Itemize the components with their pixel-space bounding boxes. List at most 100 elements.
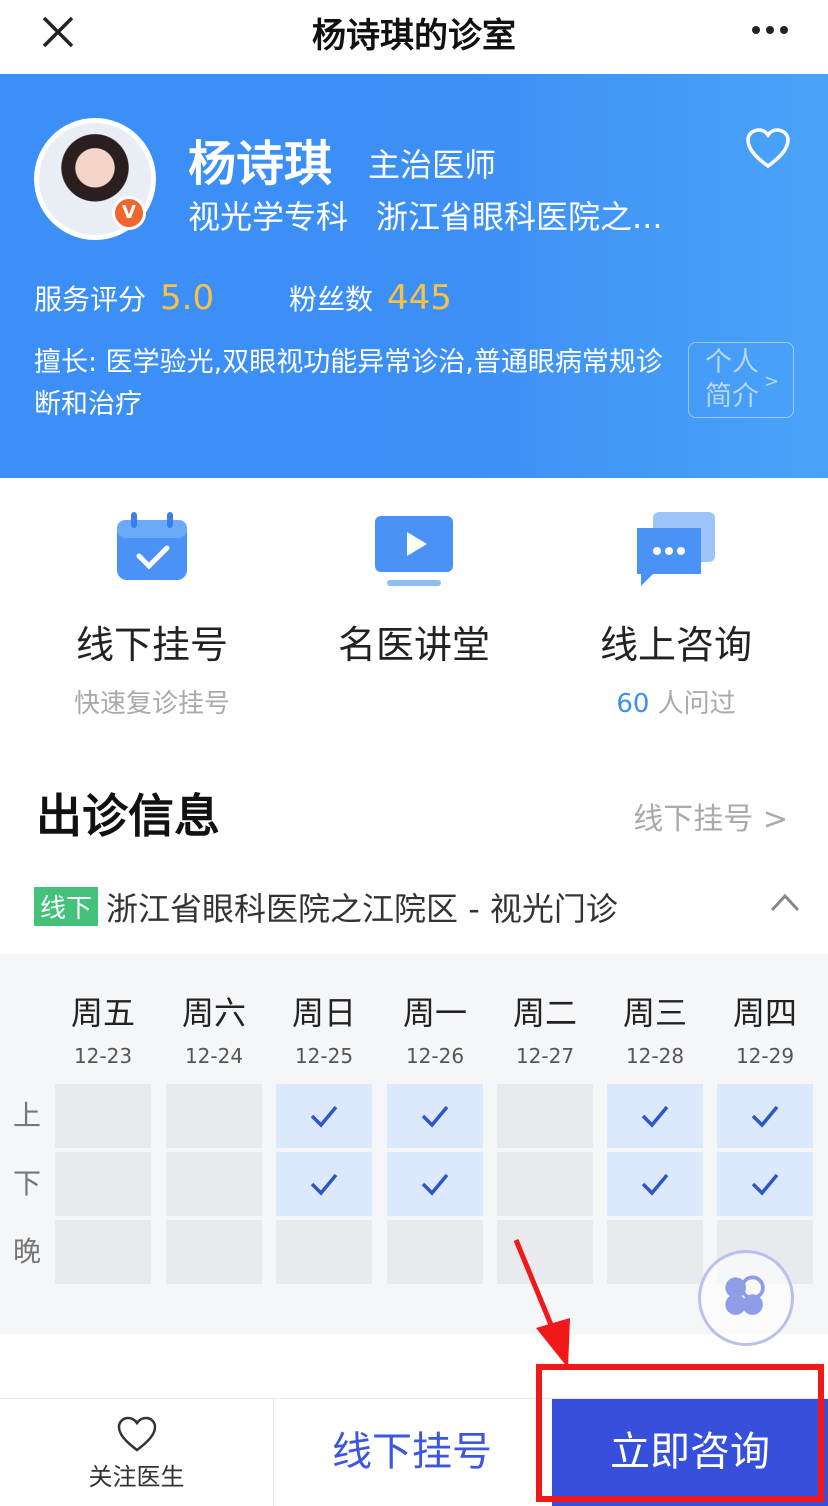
schedule-slot-empty bbox=[55, 1084, 151, 1148]
row-label-afternoon: 下 bbox=[12, 1167, 41, 1200]
weekday: 周六 bbox=[181, 994, 246, 1032]
schedule-slot-available[interactable] bbox=[607, 1084, 703, 1148]
schedule-slot-empty bbox=[497, 1152, 593, 1216]
date: 12-24 bbox=[184, 1044, 244, 1068]
check-icon bbox=[641, 1173, 669, 1196]
doctor-profile-header: V 杨诗琪 主治医师 视光学专科 浙江省眼科医院之... 服务评分 5.0 粉丝数 4… bbox=[0, 74, 828, 478]
more-options-icon[interactable] bbox=[750, 18, 790, 42]
annotation-highlight-box bbox=[536, 1364, 824, 1502]
schedule-slot-available[interactable] bbox=[607, 1152, 703, 1216]
row-label-morning: 上 bbox=[12, 1099, 41, 1132]
chevron-right-icon: > bbox=[762, 802, 788, 837]
consult-count-text: 人问过 bbox=[649, 689, 736, 719]
fans-label: 粉丝数 bbox=[289, 283, 374, 316]
follow-doctor-button[interactable]: 关注医生 bbox=[0, 1399, 274, 1506]
bio-line-1: 个人 bbox=[705, 347, 759, 378]
weekday: 周一 bbox=[402, 994, 467, 1032]
doctor-title: 主治医师 bbox=[368, 146, 497, 184]
schedule-slot-empty bbox=[166, 1152, 262, 1216]
calendar-check-icon bbox=[117, 512, 187, 580]
video-play-icon bbox=[375, 516, 453, 586]
schedule-slot-available[interactable] bbox=[717, 1152, 813, 1216]
shortcut-online-consult[interactable]: 线上咨询 60 人问过 bbox=[556, 506, 796, 720]
book-offline-button[interactable]: 线下挂号 bbox=[274, 1399, 550, 1506]
shortcut-lectures[interactable]: 名医讲堂 bbox=[294, 506, 534, 669]
check-icon bbox=[310, 1105, 338, 1128]
day-header: 周五 12-23 bbox=[53, 988, 153, 1068]
shortcut-label: 名医讲堂 bbox=[337, 623, 490, 667]
consult-count: 60 人问过 bbox=[556, 683, 796, 720]
check-icon bbox=[310, 1173, 338, 1196]
weekday: 周四 bbox=[732, 994, 797, 1032]
location-text: 浙江省眼科医院之江院区 - 视光门诊 bbox=[106, 890, 618, 928]
rating-value: 5.0 bbox=[160, 278, 215, 318]
offline-tag: 线下 bbox=[34, 887, 99, 926]
schedule-slot-empty bbox=[55, 1220, 151, 1284]
weekday: 周二 bbox=[512, 994, 577, 1032]
date: 12-27 bbox=[515, 1044, 575, 1068]
chevron-right-icon: > bbox=[763, 371, 779, 392]
check-icon bbox=[751, 1105, 779, 1128]
consult-count-number: 60 bbox=[616, 689, 650, 719]
chat-bubble-icon bbox=[637, 512, 715, 586]
row-label-evening: 晚 bbox=[12, 1235, 41, 1268]
profile-intro-button[interactable]: 个人 简介 > bbox=[688, 342, 794, 418]
shortcut-sub: 快速复诊挂号 bbox=[73, 689, 230, 719]
date: 12-23 bbox=[73, 1044, 133, 1068]
top-nav-bar: 杨诗琪的诊室 bbox=[0, 0, 828, 74]
weekday: 周五 bbox=[70, 994, 135, 1032]
weekday: 周日 bbox=[291, 994, 356, 1032]
date: 12-28 bbox=[625, 1044, 685, 1068]
day-header: 周一 12-26 bbox=[385, 988, 485, 1068]
schedule-title: 出诊信息 bbox=[36, 789, 220, 843]
doctor-stats: 服务评分 5.0 粉丝数 445 bbox=[34, 278, 452, 318]
department-line: 视光学专科 浙江省眼科医院之... bbox=[188, 192, 663, 238]
schedule-slot-empty bbox=[607, 1220, 703, 1284]
schedule-slot-available[interactable] bbox=[276, 1152, 372, 1216]
check-icon bbox=[421, 1173, 449, 1196]
date: 12-29 bbox=[735, 1044, 795, 1068]
clinic-location: 线下 浙江省眼科医院之江院区 - 视光门诊 bbox=[34, 884, 794, 930]
weekday: 周三 bbox=[622, 994, 687, 1032]
day-header: 周六 12-24 bbox=[164, 988, 264, 1068]
schedule-registration-link[interactable]: 线下挂号 > bbox=[633, 794, 788, 838]
day-header: 周四 12-29 bbox=[715, 988, 815, 1068]
verified-badge: V bbox=[112, 196, 146, 230]
date: 12-26 bbox=[405, 1044, 465, 1068]
annotation-arrow bbox=[513, 1239, 570, 1368]
schedule-slot-available[interactable] bbox=[717, 1084, 813, 1148]
schedule-slot-empty bbox=[166, 1220, 262, 1284]
page-title: 杨诗琪的诊室 bbox=[312, 16, 516, 56]
department: 视光学专科 bbox=[188, 198, 349, 236]
speciality-text: 擅长: 医学验光,双眼视功能异常诊治,普通眼病常规诊断和治疗 bbox=[34, 347, 663, 420]
service-shortcuts: 线下挂号 快速复诊挂号 名医讲堂 线上咨询 60 人问过 bbox=[0, 478, 828, 748]
check-icon bbox=[421, 1105, 449, 1128]
day-header: 周日 12-25 bbox=[274, 988, 374, 1068]
day-header: 周三 12-28 bbox=[605, 988, 705, 1068]
schedule-slot-empty bbox=[276, 1220, 372, 1284]
shortcut-offline-registration[interactable]: 线下挂号 快速复诊挂号 bbox=[32, 506, 272, 720]
schedule-slot-available[interactable] bbox=[387, 1152, 483, 1216]
schedule-slot-available[interactable] bbox=[387, 1084, 483, 1148]
day-header: 周二 12-27 bbox=[495, 988, 595, 1068]
check-icon bbox=[751, 1173, 779, 1196]
date: 12-25 bbox=[294, 1044, 354, 1068]
hospital: 浙江省眼科医院之... bbox=[376, 198, 663, 236]
schedule-link-label: 线下挂号 bbox=[633, 802, 754, 837]
schedule-slot-empty bbox=[497, 1084, 593, 1148]
schedule-slot-empty bbox=[55, 1152, 151, 1216]
doctor-name: 杨诗琪 bbox=[188, 136, 333, 192]
follow-label: 关注医生 bbox=[88, 1463, 185, 1491]
chevron-up-icon[interactable] bbox=[768, 888, 802, 916]
bio-line-2: 简介 bbox=[705, 381, 759, 412]
rating-label: 服务评分 bbox=[34, 283, 147, 316]
floating-menu-button[interactable] bbox=[698, 1250, 794, 1346]
clover-icon bbox=[725, 1275, 765, 1315]
shortcut-label: 线上咨询 bbox=[599, 623, 752, 667]
schedule-slot-available[interactable] bbox=[276, 1084, 372, 1148]
favorite-heart-icon[interactable] bbox=[744, 126, 792, 170]
heart-outline-icon bbox=[117, 1416, 156, 1452]
schedule-slot-empty bbox=[387, 1220, 483, 1284]
schedule-slot-empty bbox=[166, 1084, 262, 1148]
shortcut-label: 线下挂号 bbox=[75, 623, 228, 667]
